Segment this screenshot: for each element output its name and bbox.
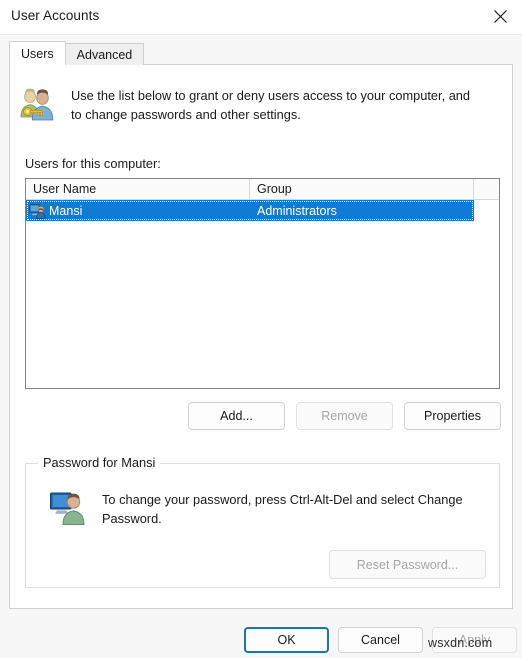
close-icon[interactable] [478, 0, 522, 33]
column-header-group[interactable]: Group [250, 179, 474, 199]
apply-button-label: Apply [458, 633, 491, 647]
remove-button-label: Remove [321, 409, 368, 423]
tab-page-users: Use the list below to grant or deny user… [9, 64, 513, 609]
title-bar: User Accounts [0, 0, 522, 35]
password-group-box: Password for Mansi To change your passwo… [25, 455, 500, 588]
password-info-block: To change your password, press Ctrl-Alt-… [49, 490, 479, 528]
window-title: User Accounts [11, 8, 100, 23]
tab-advanced-label: Advanced [76, 47, 133, 62]
properties-button-label: Properties [424, 409, 481, 423]
user-computer-icon [29, 203, 46, 219]
password-group-legend: Password for Mansi [38, 455, 161, 470]
list-label: Users for this computer: [25, 156, 161, 171]
column-header-user-name[interactable]: User Name [26, 179, 250, 199]
table-row[interactable]: Mansi Administrators [26, 200, 474, 221]
tab-users-label: Users [21, 46, 54, 61]
tab-advanced[interactable]: Advanced [64, 43, 145, 65]
properties-button[interactable]: Properties [404, 402, 501, 430]
reset-password-button-label: Reset Password... [356, 557, 459, 572]
cell-user-name: Mansi [26, 203, 250, 219]
intro-text: Use the list below to grant or deny user… [71, 88, 471, 122]
reset-password-button: Reset Password... [329, 550, 486, 579]
apply-button: Apply [432, 627, 517, 653]
cancel-button[interactable]: Cancel [338, 627, 423, 653]
tab-strip: Users Advanced [9, 41, 145, 65]
user-accounts-dialog: User Accounts Users Advanced Use the lis… [0, 0, 522, 658]
cancel-button-label: Cancel [361, 633, 400, 647]
add-button-label: Add... [220, 409, 253, 423]
remove-button: Remove [296, 402, 393, 430]
intro-block: Use the list below to grant or deny user… [17, 86, 497, 126]
list-header-row: User Name Group [26, 179, 499, 200]
user-computer-icon [49, 490, 89, 528]
users-with-key-icon [17, 86, 63, 126]
users-list[interactable]: User Name Group Mansi Administrators [25, 178, 500, 389]
list-body: Mansi Administrators [26, 200, 499, 221]
tab-users[interactable]: Users [9, 41, 66, 65]
ok-button[interactable]: OK [244, 627, 329, 653]
column-header-spacer[interactable] [474, 179, 499, 199]
cell-group: Administrators [257, 203, 337, 218]
cell-user-name-text: Mansi [49, 203, 83, 218]
add-button[interactable]: Add... [188, 402, 285, 430]
ok-button-label: OK [277, 633, 296, 647]
password-instruction-text: To change your password, press Ctrl-Alt-… [102, 492, 463, 526]
